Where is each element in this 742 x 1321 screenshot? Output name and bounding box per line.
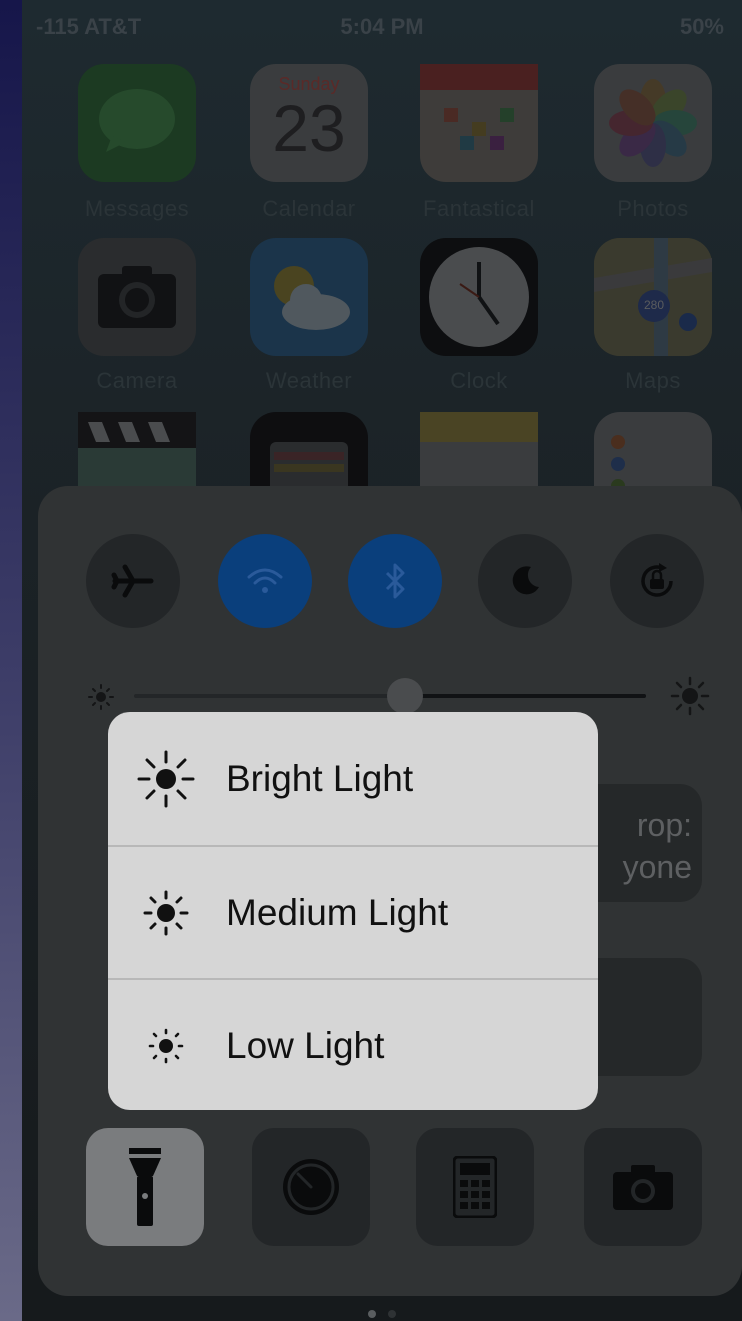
airplane-mode-toggle[interactable]: [86, 534, 180, 628]
app-label-messages: Messages: [84, 196, 190, 221]
airplane-icon: [111, 564, 154, 598]
photos-icon: [609, 79, 697, 167]
timer-button[interactable]: [252, 1128, 370, 1246]
moon-icon: [512, 566, 539, 595]
weather-app-icon: [250, 238, 368, 356]
weather-icon: [274, 266, 350, 330]
camera-app-icon: [78, 238, 196, 356]
brightness-high-icon: [670, 676, 710, 716]
calculator-icon: [453, 1156, 497, 1218]
app-label-fantastical: Fantastical: [423, 196, 535, 221]
menu-item-label: Bright Light: [226, 757, 414, 799]
brightness-fill: [405, 694, 646, 698]
flashlight-intensity-menu: Bright Light Medium Light Low Light: [108, 712, 598, 1110]
menu-item-label: Low Light: [226, 1024, 385, 1066]
flashlight-icon: [129, 1148, 161, 1226]
maps-badge: 280: [643, 298, 665, 312]
bluetooth-toggle[interactable]: [348, 534, 442, 628]
rotation-lock-toggle[interactable]: [610, 534, 704, 628]
clock-icon: [429, 247, 529, 347]
do-not-disturb-toggle[interactable]: [478, 534, 572, 628]
sun-small-icon: [134, 1014, 198, 1078]
menu-item-label: Medium Light: [226, 891, 449, 933]
camera-button[interactable]: [584, 1128, 702, 1246]
app-label-clock: Clock: [450, 368, 508, 393]
app-label-camera: Camera: [96, 368, 178, 393]
brightness-slider[interactable]: [86, 676, 710, 716]
maps-icon: [594, 238, 712, 356]
brightness-low-icon: [88, 684, 114, 710]
wifi-toggle[interactable]: [218, 534, 312, 628]
brightness-thumb[interactable]: [387, 678, 424, 714]
calendar-app-icon: Sunday 23: [250, 64, 368, 182]
wifi-icon: [247, 568, 283, 593]
rotation-lock-icon: [641, 563, 673, 597]
messages-app-icon: [78, 64, 196, 182]
app-label-photos: Photos: [617, 196, 689, 221]
menu-item-low-light[interactable]: Low Light: [108, 978, 598, 1110]
camera-icon: [98, 266, 176, 328]
page-dot: [388, 1310, 396, 1318]
phone-screen: -115 AT&T 5:04 PM 50% Messages Sunday 23…: [22, 0, 742, 1321]
calculator-button[interactable]: [416, 1128, 534, 1246]
fantastical-app-icon: [420, 64, 538, 182]
messages-icon: [99, 89, 175, 152]
flashlight-button[interactable]: [86, 1128, 204, 1246]
bluetooth-icon: [385, 563, 405, 599]
calendar-date: 23: [272, 91, 346, 165]
menu-item-medium-light[interactable]: Medium Light: [108, 845, 598, 978]
status-battery: 50%: [679, 14, 724, 39]
timer-icon: [283, 1159, 339, 1215]
sun-medium-icon: [134, 881, 198, 945]
menu-item-bright-light[interactable]: Bright Light: [108, 712, 598, 845]
status-time: 5:04 PM: [340, 14, 424, 39]
fantastical-icon: [420, 64, 538, 150]
maps-app-icon: 280: [594, 238, 712, 356]
app-label-weather: Weather: [265, 368, 353, 393]
sun-large-icon: [134, 747, 198, 811]
camera-icon: [613, 1165, 673, 1210]
page-dot: [368, 1310, 376, 1318]
clock-app-icon: [420, 238, 538, 356]
photos-app-icon: [594, 64, 712, 182]
screenshot-frame: -115 AT&T 5:04 PM 50% Messages Sunday 23…: [0, 0, 742, 1321]
page-indicator: [22, 1305, 742, 1321]
app-label-maps: Maps: [625, 368, 681, 393]
app-label-calendar: Calendar: [262, 196, 356, 221]
